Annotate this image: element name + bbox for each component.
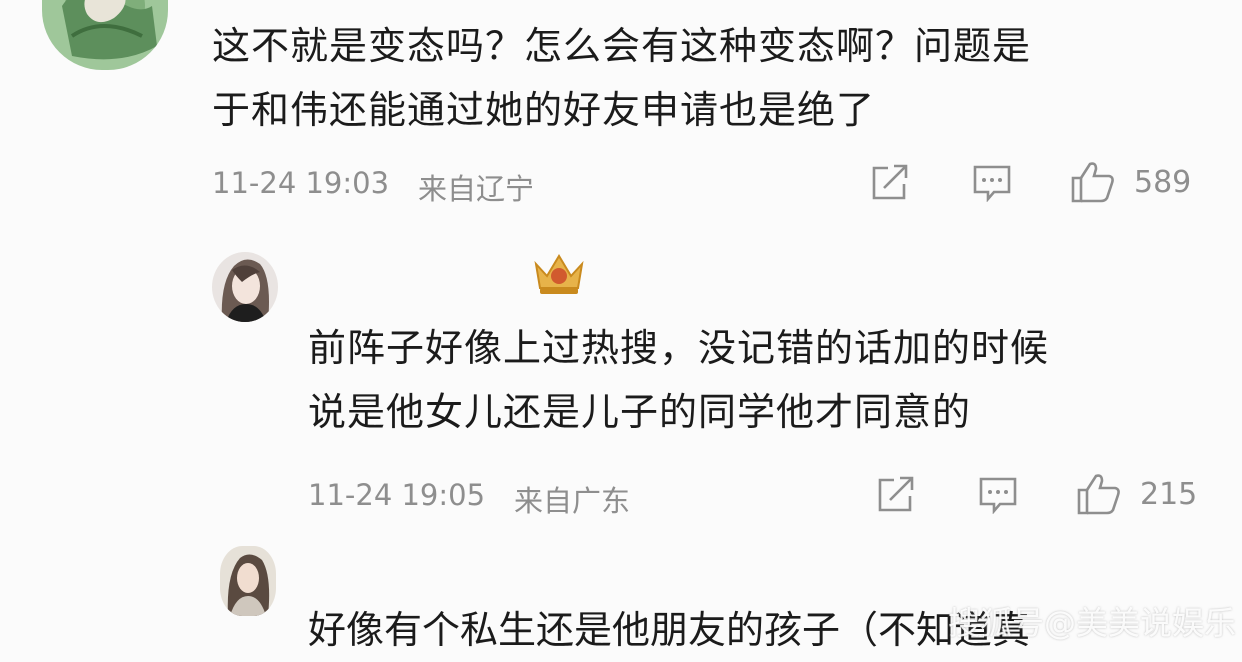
- avatar[interactable]: [212, 252, 278, 322]
- crown-badge-icon: [532, 252, 586, 300]
- comment-location: 来自广东: [514, 484, 631, 518]
- comment-text-line: 说是他女儿还是儿子的同学他才同意的: [308, 390, 972, 434]
- avatar-image: [220, 546, 276, 616]
- like-button[interactable]: 215: [1076, 472, 1197, 516]
- comment-button[interactable]: [972, 164, 1012, 202]
- like-button[interactable]: 589: [1070, 160, 1191, 204]
- comment-text-line: 这不就是变态吗？怎么会有这种变态啊？问题是: [212, 24, 1032, 68]
- comment-icon: [979, 477, 1017, 514]
- avatar[interactable]: [220, 546, 276, 616]
- comment-button[interactable]: [978, 476, 1018, 514]
- watermark: 搜狐号@美美说娱乐: [947, 604, 1236, 642]
- comment-location: 来自辽宁: [418, 172, 535, 206]
- like-count: 589: [1134, 164, 1192, 200]
- comment-timestamp: 11-24 19:05: [308, 478, 486, 512]
- thumbs-up-icon: [1071, 162, 1114, 203]
- avatar-image: [42, 0, 168, 70]
- comment-icon: [973, 165, 1011, 202]
- avatar-image: [212, 252, 278, 322]
- share-button[interactable]: [876, 476, 916, 514]
- comment-text-line: 于和伟还能通过她的好友申请也是绝了: [212, 88, 876, 132]
- comment-timestamp: 11-24 19:03: [212, 166, 390, 200]
- comment-item: 这不就是变态吗？怎么会有这种变态啊？问题是 于和伟还能通过她的好友申请也是绝了 …: [0, 0, 1242, 220]
- like-count: 215: [1140, 476, 1198, 512]
- comment-text-line: 前阵子好像上过热搜，没记错的话加的时候: [308, 326, 1050, 370]
- thumbs-up-icon: [1077, 474, 1120, 515]
- share-button[interactable]: [870, 164, 910, 202]
- comment-item: 前阵子好像上过热搜，没记错的话加的时候 说是他女儿还是儿子的同学他才同意的 11…: [0, 220, 1242, 540]
- comment-text-line: 好像有个私生还是他朋友的孩子（不知道真: [308, 608, 1031, 652]
- share-icon: [878, 476, 914, 512]
- avatar[interactable]: [42, 0, 168, 70]
- share-icon: [872, 164, 908, 200]
